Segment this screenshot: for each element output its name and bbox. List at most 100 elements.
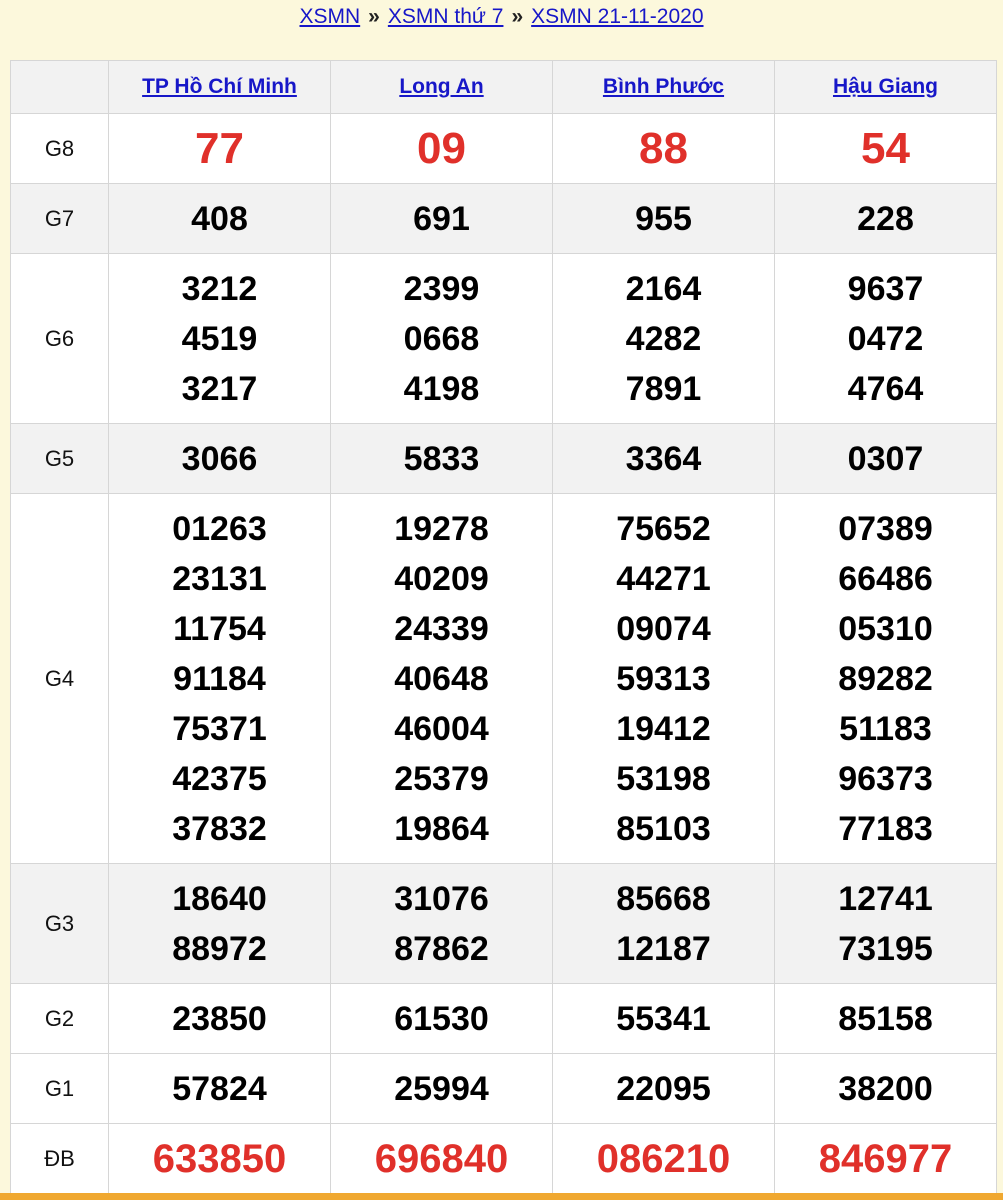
prize-row-g7: G7 408 691 955 228 [10,183,997,254]
prize-number: 96373 [838,759,933,798]
breadcrumb-separator: » [368,5,380,28]
prize-cell: 955 [552,183,775,254]
prize-cell: 12741 73195 [774,863,997,984]
prize-row-g6: G6 3212 4519 3217 2399 0668 4198 2164 4282 7891 96… [10,253,997,424]
prize-number: 91184 [173,659,266,698]
prize-number: 18640 [172,879,267,918]
prize-label: G8 [10,113,109,184]
prize-number: 2399 [403,269,480,308]
province-header: TP Hồ Chí Minh [108,60,331,114]
prize-number: 633850 [152,1136,287,1181]
prize-label: G4 [10,493,109,864]
prize-number: 2164 [625,269,702,308]
prize-label: G6 [10,253,109,424]
prize-cell: 408 [108,183,331,254]
province-link-hau-giang[interactable]: Hậu Giang [833,75,938,98]
prize-row-g4: G4 01263 23131 11754 91184 75371 42375 37832 192… [10,493,997,864]
prize-cell: 85158 [774,983,997,1054]
prize-number: 25994 [394,1069,489,1108]
prize-cell: 086210 [552,1123,775,1194]
prize-row-g5: G5 3066 5833 3364 0307 [10,423,997,494]
prize-number: 0307 [847,439,924,478]
prize-cell: 696840 [330,1123,553,1194]
prize-number: 691 [413,199,470,238]
prize-number: 7891 [625,369,702,408]
prize-number: 73195 [838,929,933,968]
prize-cell: 2164 4282 7891 [552,253,775,424]
prize-number: 11754 [173,609,266,648]
prize-number: 24339 [394,609,489,648]
prize-row-db: ĐB 633850 696840 086210 846977 [10,1123,997,1194]
prize-number: 66486 [838,559,933,598]
prize-number: 955 [635,199,692,238]
prize-number: 07389 [838,509,933,548]
prize-number: 37832 [172,809,267,848]
prize-number: 77183 [838,809,933,848]
prize-cell: 691 [330,183,553,254]
prize-number: 25379 [394,759,489,798]
prize-number: 05310 [838,609,933,648]
prize-cell: 633850 [108,1123,331,1194]
prize-cell: 88 [552,113,775,184]
prize-number: 46004 [394,709,489,748]
prize-cell: 75652 44271 09074 59313 19412 53198 85103 [552,493,775,864]
prize-number: 31076 [394,879,489,918]
prize-cell: 09 [330,113,553,184]
prize-number: 408 [191,199,248,238]
prize-number: 54 [861,123,910,173]
prize-number: 59313 [616,659,711,698]
prize-cell: 23850 [108,983,331,1054]
prize-number: 88972 [172,929,267,968]
prize-number: 89282 [838,659,933,698]
prize-cell: 61530 [330,983,553,1054]
prize-row-g8: G8 77 09 88 54 [10,113,997,184]
prize-row-g1: G1 57824 25994 22095 38200 [10,1053,997,1124]
prize-number: 4519 [181,319,258,358]
prize-number: 51183 [839,709,932,748]
prize-row-g2: G2 23850 61530 55341 85158 [10,983,997,1054]
prize-label: G3 [10,863,109,984]
prize-label: G1 [10,1053,109,1124]
breadcrumb-link-xsmn-thu-7[interactable]: XSMN thứ 7 [388,5,504,28]
province-link-tp-ho-chi-minh[interactable]: TP Hồ Chí Minh [142,75,297,98]
prize-cell: 38200 [774,1053,997,1124]
prize-number: 3217 [181,369,258,408]
province-link-binh-phuoc[interactable]: Bình Phước [603,75,724,98]
prize-label: G2 [10,983,109,1054]
prize-cell: 846977 [774,1123,997,1194]
prize-number: 09074 [616,609,711,648]
prize-cell: 3212 4519 3217 [108,253,331,424]
prize-number: 42375 [172,759,267,798]
prize-number: 696840 [374,1136,509,1181]
prize-number: 0668 [403,319,480,358]
prize-number: 4282 [625,319,702,358]
breadcrumb-link-xsmn[interactable]: XSMN [299,5,360,28]
prize-number: 12741 [838,879,933,918]
prize-cell: 228 [774,183,997,254]
prize-number: 0472 [847,319,924,358]
prize-number: 4764 [847,369,924,408]
prize-cell: 18640 88972 [108,863,331,984]
prize-label: ĐB [10,1123,109,1194]
prize-number: 53198 [616,759,711,798]
province-link-long-an[interactable]: Long An [399,75,483,98]
breadcrumb-link-xsmn-date[interactable]: XSMN 21-11-2020 [531,5,703,28]
prize-number: 23850 [172,999,267,1038]
prize-cell: 25994 [330,1053,553,1124]
prize-cell: 0307 [774,423,997,494]
prize-cell: 9637 0472 4764 [774,253,997,424]
prize-cell: 22095 [552,1053,775,1124]
prize-cell: 85668 12187 [552,863,775,984]
province-header: Long An [330,60,553,114]
prize-number: 19412 [616,709,711,748]
prize-number: 3212 [181,269,258,308]
prize-number: 75652 [616,509,711,548]
prize-number: 19278 [394,509,489,548]
prize-number: 01263 [172,509,267,548]
province-header: Hậu Giang [774,60,997,114]
prize-label: G7 [10,183,109,254]
prize-cell: 31076 87862 [330,863,553,984]
prize-cell: 2399 0668 4198 [330,253,553,424]
prize-number: 61530 [394,999,489,1038]
prize-cell: 3066 [108,423,331,494]
